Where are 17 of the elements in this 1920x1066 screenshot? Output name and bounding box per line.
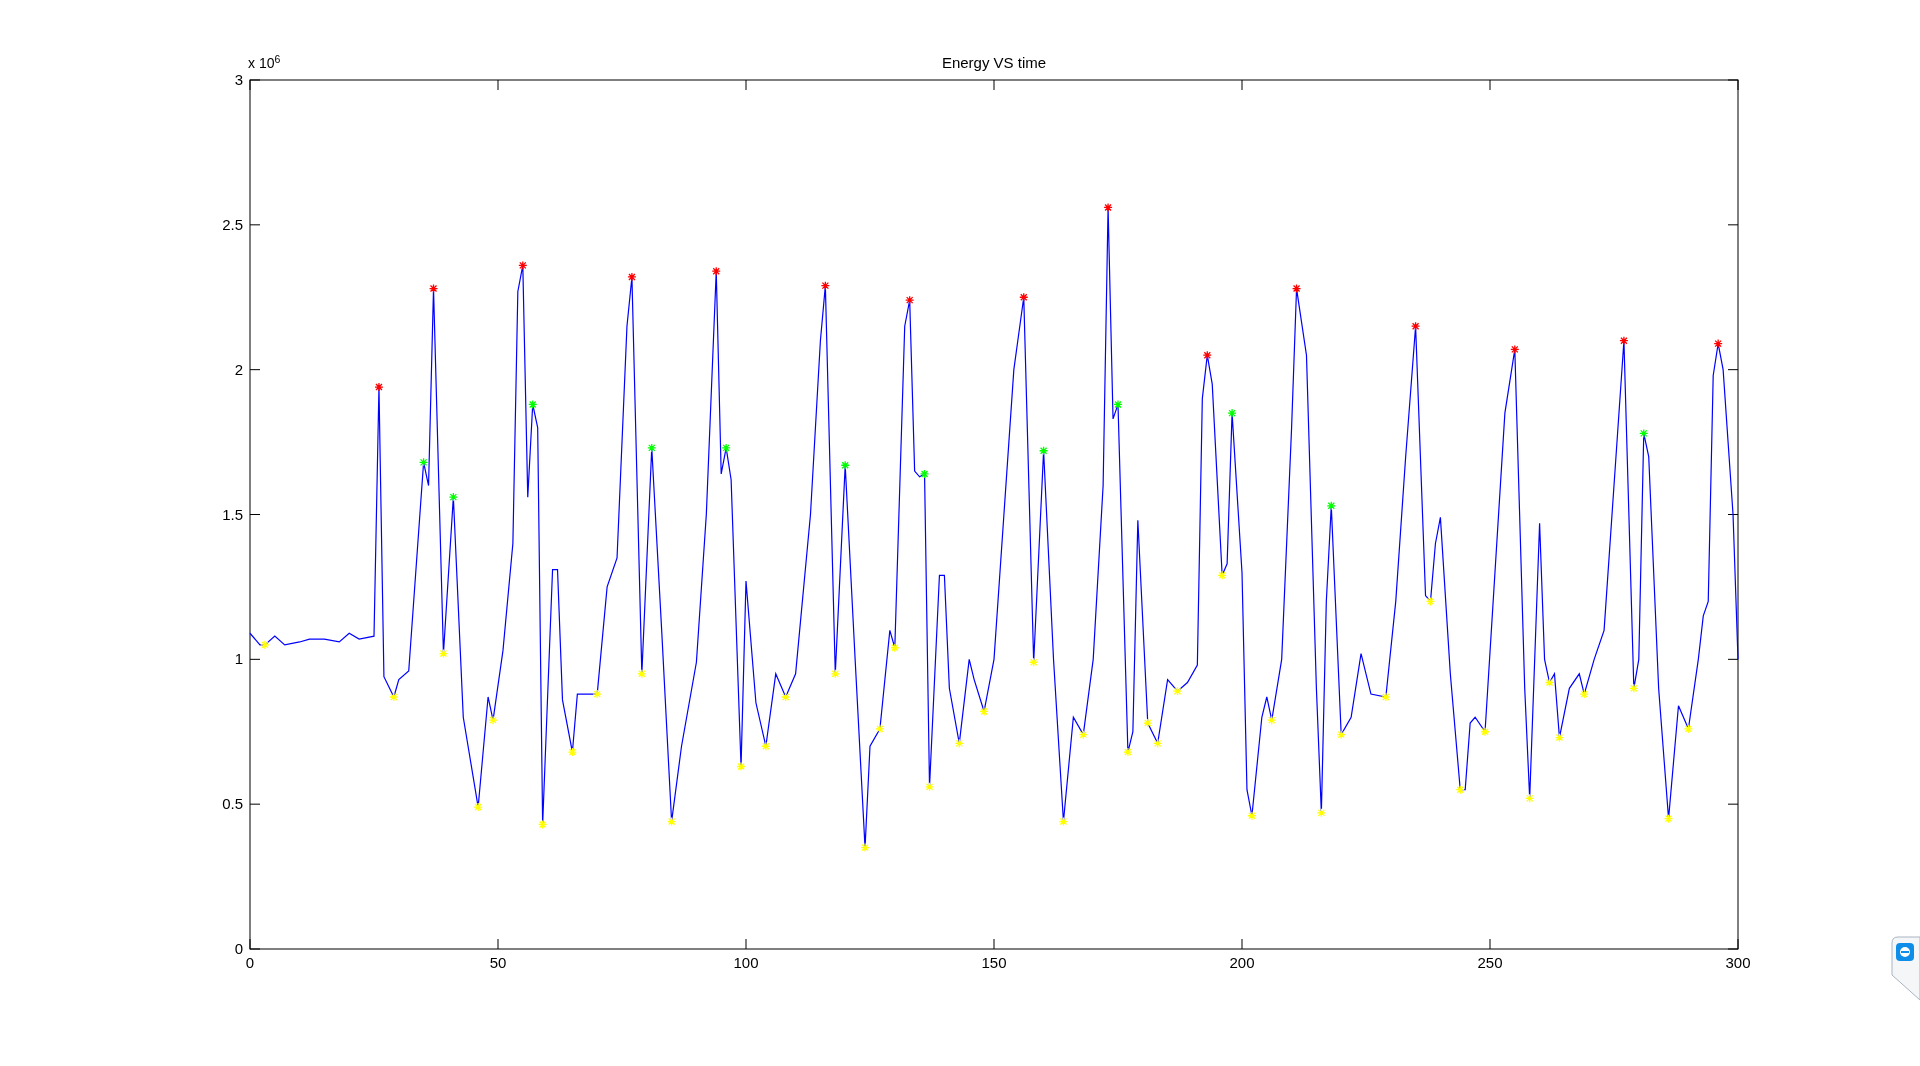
side-tab-icon[interactable] [1891,936,1920,1001]
tick-label: 0.5 [222,795,243,813]
chart-title: Energy VS time [941,54,1047,71]
tick-label: 200 [1229,954,1255,971]
tick-label: 300 [1725,954,1751,971]
tick-label: 1.5 [222,505,243,523]
tick-label: 1 [234,650,243,668]
tick-label: 50 [489,954,507,971]
tick-label: 2 [234,360,243,378]
tick-label: 3 [234,71,243,88]
tick-label: 150 [981,954,1007,971]
tick-label: 0 [245,954,255,971]
tick-label: 100 [733,954,759,971]
axis-exponent: x 10$^{6}$ [248,56,281,70]
tick-label: 0 [234,940,243,957]
tick-label: 2.5 [222,215,243,233]
tick-label: 250 [1477,954,1503,971]
